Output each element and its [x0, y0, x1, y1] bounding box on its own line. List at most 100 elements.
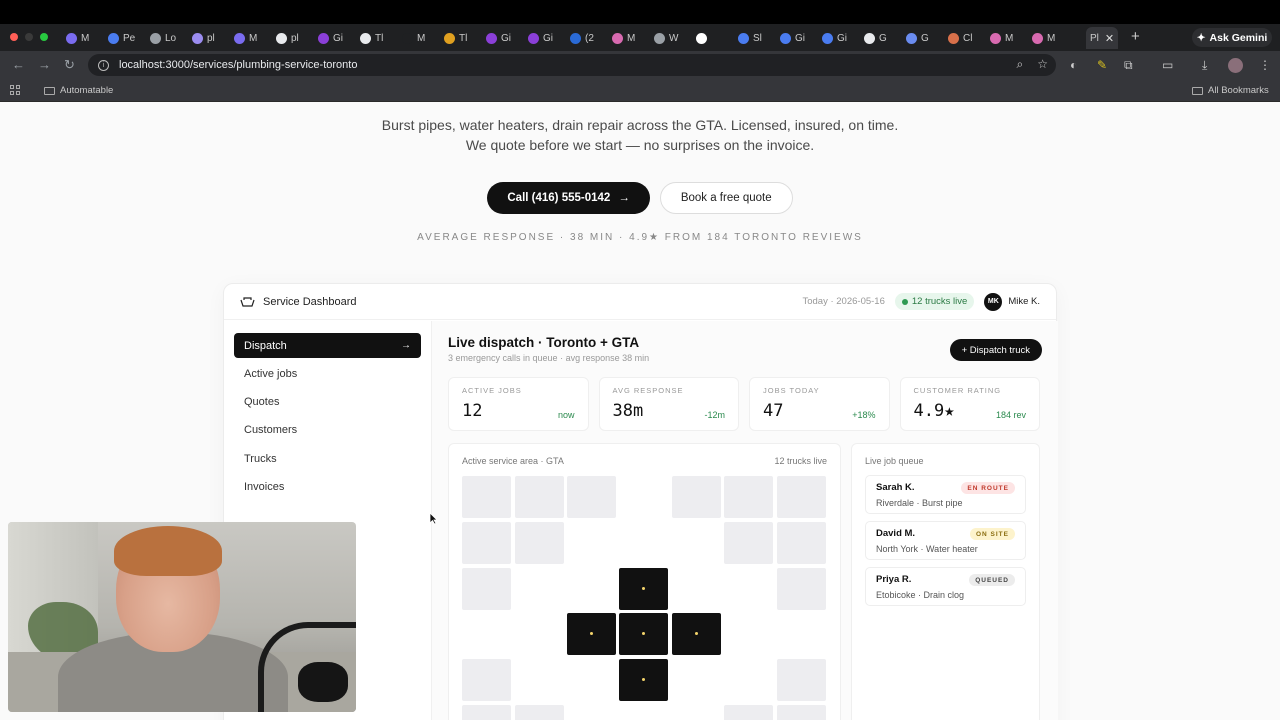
- job-card[interactable]: David M. North York · Water heater ON SI…: [865, 521, 1026, 560]
- job-card[interactable]: Sarah K. Riverdale · Burst pipe EN ROUTE: [865, 475, 1026, 514]
- browser-tab[interactable]: [692, 28, 732, 48]
- tab-label: Gi: [795, 32, 805, 44]
- map-cell[interactable]: [462, 659, 511, 701]
- forward-icon[interactable]: →: [38, 57, 51, 72]
- kpi-delta: 184 rev: [995, 410, 1026, 420]
- map-cell[interactable]: [462, 476, 511, 518]
- all-bookmarks-button[interactable]: All Bookmarks: [1192, 85, 1269, 96]
- map-cell[interactable]: [777, 705, 826, 720]
- map-cell[interactable]: [777, 568, 826, 610]
- dashboard-header-meta: Today · 2026-05-16 12 trucks live MK Mik…: [802, 292, 1040, 311]
- tab-favicon-icon: [234, 32, 245, 44]
- browser-tab[interactable]: M: [1028, 28, 1068, 48]
- menu-kebab-icon[interactable]: ⋮: [1259, 58, 1271, 72]
- nav-item-trucks[interactable]: Trucks: [234, 446, 421, 471]
- bookmark-folder-automatable[interactable]: Automatable: [44, 85, 113, 96]
- new-tab-icon[interactable]: +: [1131, 28, 1140, 45]
- map-cell-truck[interactable]: [619, 659, 668, 701]
- highlighter-extension-icon[interactable]: ✎: [1097, 58, 1107, 72]
- browser-tab[interactable]: pl: [188, 28, 228, 48]
- profile-avatar[interactable]: [1228, 58, 1243, 73]
- map-cell[interactable]: [777, 659, 826, 701]
- browser-tab[interactable]: Tl: [356, 28, 396, 48]
- map-cell[interactable]: [462, 522, 511, 564]
- extension-icon[interactable]: ◐: [1070, 58, 1077, 72]
- map-cell[interactable]: [462, 568, 511, 610]
- address-bar[interactable]: i localhost:3000/services/plumbing-servi…: [88, 54, 1056, 76]
- browser-tab[interactable]: (2: [566, 28, 606, 48]
- tab-active[interactable]: Pl ✕: [1086, 27, 1118, 49]
- bookmark-star-icon[interactable]: ☆: [1037, 57, 1048, 72]
- browser-tab[interactable]: Cl: [944, 28, 984, 48]
- map-cell[interactable]: [724, 522, 773, 564]
- browser-tab[interactable]: Gi: [818, 28, 858, 48]
- nav-item-dispatch[interactable]: Dispatch →: [234, 333, 421, 358]
- tab-favicon-icon: [822, 32, 833, 44]
- live-dot-icon: [901, 298, 908, 305]
- map-cell[interactable]: [777, 476, 826, 518]
- browser-tab[interactable]: G: [902, 28, 942, 48]
- map-cell[interactable]: [515, 522, 564, 564]
- browser-tab[interactable]: pl: [272, 28, 312, 48]
- map-cell[interactable]: [672, 476, 721, 518]
- map-cell-truck[interactable]: [567, 613, 616, 655]
- browser-tab[interactable]: Gi: [314, 28, 354, 48]
- browser-tab[interactable]: M: [608, 28, 648, 48]
- dispatch-truck-button[interactable]: + Dispatch truck: [949, 339, 1042, 361]
- map-cell[interactable]: [724, 476, 773, 518]
- book-quote-button[interactable]: Book a free quote: [659, 182, 793, 214]
- close-tab-icon[interactable]: ✕: [1105, 32, 1114, 45]
- map-cell[interactable]: [462, 705, 511, 720]
- reload-icon[interactable]: ↻: [64, 57, 75, 73]
- tab-favicon-icon: [780, 32, 791, 44]
- map-cell[interactable]: [777, 522, 826, 564]
- downloads-icon[interactable]: ⤓: [1202, 58, 1207, 73]
- map-cell-truck[interactable]: [672, 613, 721, 655]
- browser-tab[interactable]: Lo: [146, 28, 186, 48]
- browser-tab[interactable]: M: [230, 28, 270, 48]
- map-cell[interactable]: [567, 476, 616, 518]
- nav-item-active-jobs[interactable]: Active jobs: [234, 361, 421, 386]
- map-cell[interactable]: [515, 476, 564, 518]
- tab-strip: M Pe Lo pl Mpl Gi Tl M Tl Gi Gi (2 M W Sl Gi Gi G G Cl M M Pl…: [0, 24, 1280, 51]
- browser-tab[interactable]: Gi: [776, 28, 816, 48]
- browser-tab[interactable]: Pe: [104, 28, 144, 48]
- tab-favicon-icon: [864, 32, 875, 44]
- tab-favicon-icon: [108, 32, 119, 44]
- site-info-icon[interactable]: i: [98, 59, 109, 71]
- minimize-window-button[interactable]: [25, 33, 33, 41]
- call-button[interactable]: Call (416) 555-0142 →: [487, 182, 650, 214]
- browser-tab[interactable]: Tl: [440, 28, 480, 48]
- browser-tab[interactable]: Gi: [524, 28, 564, 48]
- tab-label: M: [1047, 32, 1056, 44]
- map-trucks-count: 12 trucks live: [774, 456, 827, 466]
- nav-item-invoices[interactable]: Invoices: [234, 474, 421, 499]
- map-cell[interactable]: [724, 705, 773, 720]
- apps-grid-icon[interactable]: [10, 85, 20, 95]
- browser-tab[interactable]: M: [398, 28, 438, 48]
- nav-item-customers[interactable]: Customers: [234, 418, 421, 443]
- tab-label: G: [921, 32, 929, 44]
- browser-tab[interactable]: Gi: [482, 28, 522, 48]
- browser-tab[interactable]: W: [650, 28, 690, 48]
- tab-favicon-icon: [360, 32, 371, 44]
- ask-gemini-button[interactable]: ✦ Ask Gemini: [1192, 28, 1272, 47]
- user-menu[interactable]: MK Mike K.: [984, 292, 1040, 311]
- tab-search-icon[interactable]: ▭: [1162, 58, 1173, 72]
- extensions-puzzle-icon[interactable]: ⧉: [1124, 58, 1133, 73]
- tab-label: Cl: [963, 32, 973, 44]
- map-cell[interactable]: [515, 705, 564, 720]
- browser-tab[interactable]: M: [62, 28, 102, 48]
- map-cell-truck[interactable]: [619, 568, 668, 610]
- maximize-window-button[interactable]: [40, 33, 48, 41]
- gemini-icon: ✦: [1196, 31, 1206, 44]
- close-window-button[interactable]: [10, 33, 18, 41]
- browser-tab[interactable]: Sl: [734, 28, 774, 48]
- browser-tab[interactable]: G: [860, 28, 900, 48]
- map-cell-truck[interactable]: [619, 613, 668, 655]
- browser-tab[interactable]: M: [986, 28, 1026, 48]
- zoom-icon[interactable]: ⌕: [1017, 57, 1024, 72]
- job-card[interactable]: Priya R. Etobicoke · Drain clog QUEUED: [865, 567, 1026, 606]
- nav-item-quotes[interactable]: Quotes: [234, 390, 421, 415]
- back-icon[interactable]: ←: [12, 57, 25, 72]
